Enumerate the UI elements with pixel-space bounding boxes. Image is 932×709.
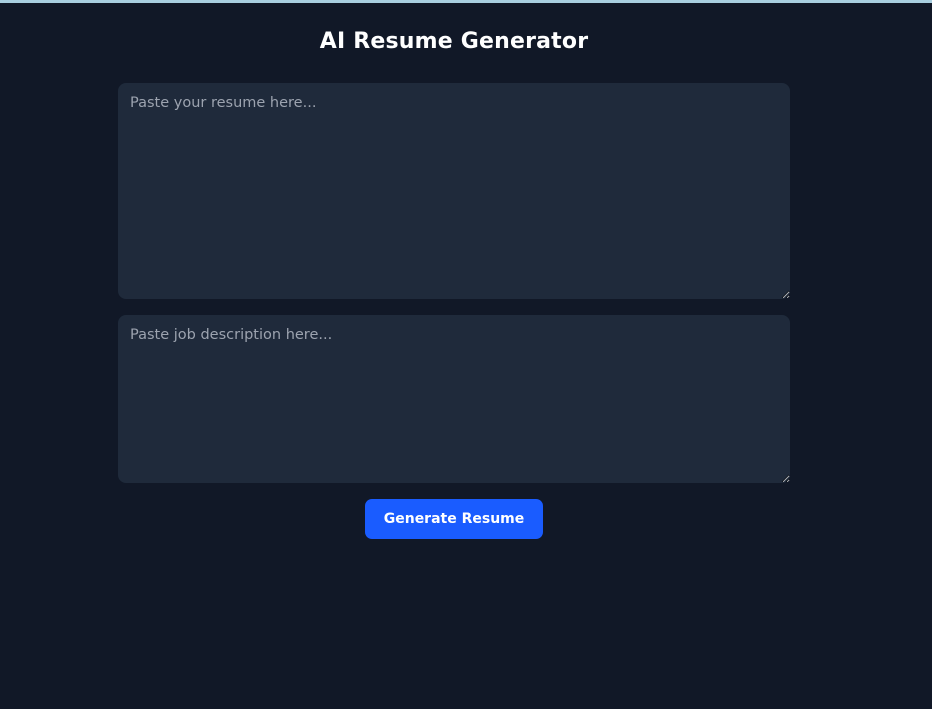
job-description-input[interactable] xyxy=(118,315,790,483)
page-title: AI Resume Generator xyxy=(319,29,589,54)
resume-generator-page: AI Resume Generator Generate Resume xyxy=(0,3,932,709)
resume-input[interactable] xyxy=(118,83,790,299)
generate-resume-button[interactable]: Generate Resume xyxy=(365,499,543,539)
